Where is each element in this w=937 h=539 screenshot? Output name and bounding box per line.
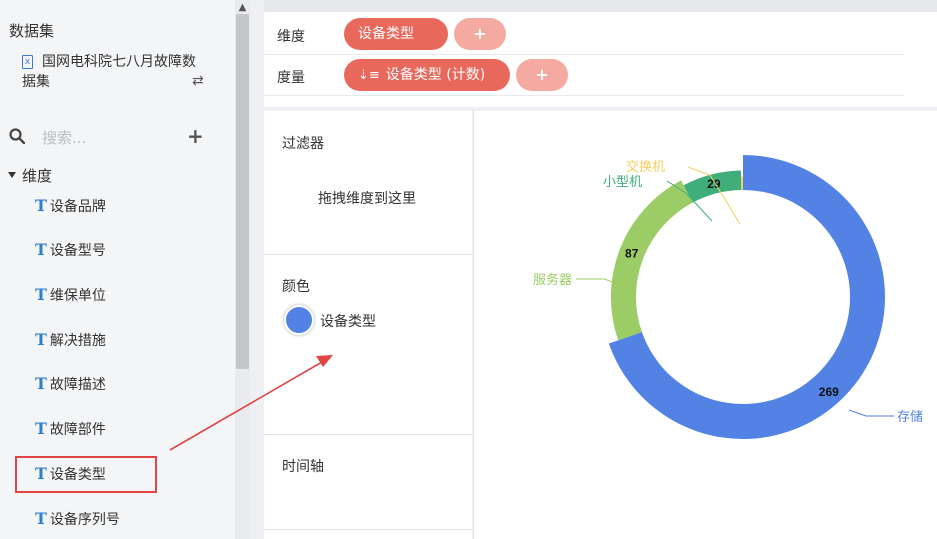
field-shelves: 维度 设备类型 + 度量 ⇣≡ 设备类型 (计数) + bbox=[264, 12, 937, 107]
color-field-label: 设备类型 bbox=[320, 314, 376, 330]
field-item[interactable]: T 设备序列号 bbox=[35, 509, 120, 529]
dimension-group-header[interactable]: 维度 bbox=[8, 165, 52, 186]
slice-category-label: 交换机 bbox=[626, 159, 665, 175]
dimension-pill-label: 设备类型 bbox=[358, 26, 414, 42]
search-icon bbox=[9, 128, 25, 144]
dimension-group-label: 维度 bbox=[22, 167, 53, 185]
dataset-name-line1: 国网电科院七八月故障数 bbox=[42, 54, 196, 70]
text-type-icon: T bbox=[35, 509, 47, 528]
text-type-icon: T bbox=[35, 196, 47, 215]
top-strip bbox=[264, 0, 937, 12]
panel-divider bbox=[264, 434, 472, 435]
donut-slice[interactable] bbox=[741, 176, 743, 191]
slice-category-label: 服务器 bbox=[533, 272, 572, 288]
panel-divider bbox=[264, 254, 472, 255]
add-field-icon[interactable]: + bbox=[187, 124, 204, 148]
search-input[interactable]: 搜索... bbox=[42, 127, 86, 148]
text-type-icon: T bbox=[35, 240, 47, 259]
field-label: 设备型号 bbox=[49, 243, 106, 259]
color-title: 颜色 bbox=[282, 279, 310, 295]
highlight-annotation-box bbox=[15, 456, 157, 493]
text-type-icon: T bbox=[35, 374, 47, 393]
field-item[interactable]: T 故障描述 bbox=[35, 374, 106, 394]
label-leader-line bbox=[848, 409, 894, 417]
config-panel: 过滤器 拖拽维度到这里 颜色 设备类型 时间轴 bbox=[264, 111, 472, 539]
field-label: 设备品牌 bbox=[49, 199, 106, 215]
panel-divider bbox=[264, 529, 472, 530]
shelf-divider bbox=[264, 95, 904, 96]
field-label: 故障部件 bbox=[49, 422, 106, 438]
field-item[interactable]: T 设备型号 bbox=[35, 240, 106, 260]
measure-shelf-label: 度量 bbox=[277, 70, 305, 86]
text-type-icon: T bbox=[35, 419, 47, 438]
donut-chart: 2698729存储服务器小型机交换机 bbox=[533, 155, 923, 439]
field-label: 故障描述 bbox=[49, 377, 106, 393]
field-item[interactable]: T 设备品牌 bbox=[35, 196, 106, 216]
slice-value-label: 87 bbox=[625, 246, 639, 260]
sort-desc-icon[interactable]: ⇣≡ bbox=[358, 68, 380, 83]
field-item[interactable]: T 解决措施 bbox=[35, 330, 106, 350]
sidebar: 数据集 x 国网电科院七八月故障数 据集 ⇄ 搜索... + 维度 T 设备品牌 … bbox=[0, 0, 250, 539]
field-label: 解决措施 bbox=[49, 333, 106, 349]
sidebar-scrollbar[interactable]: ▲ bbox=[235, 0, 250, 539]
timeline-title: 时间轴 bbox=[282, 459, 324, 475]
text-type-icon: T bbox=[35, 285, 47, 304]
dataset-section-title: 数据集 bbox=[9, 22, 55, 40]
dimension-shelf-label: 维度 bbox=[277, 29, 305, 45]
dimension-pill[interactable]: 设备类型 bbox=[344, 18, 448, 50]
color-swatch[interactable] bbox=[284, 305, 314, 335]
scroll-up-arrow-icon[interactable]: ▲ bbox=[235, 0, 250, 14]
field-item[interactable]: T 故障部件 bbox=[35, 419, 106, 439]
measure-pill[interactable]: ⇣≡ 设备类型 (计数) bbox=[344, 59, 510, 91]
chart-area: 269 87 29 存储 服务器 小型机 交换机 bbox=[474, 111, 937, 539]
measure-pill-label: 设备类型 (计数) bbox=[385, 67, 486, 83]
add-measure-button[interactable]: + bbox=[516, 59, 568, 91]
swap-dataset-icon[interactable]: ⇄ bbox=[192, 72, 204, 91]
donut-slice[interactable] bbox=[610, 180, 693, 341]
slice-category-label: 小型机 bbox=[603, 175, 642, 190]
filter-title: 过滤器 bbox=[282, 136, 324, 152]
field-label: 维保单位 bbox=[49, 288, 106, 304]
filter-drop-zone[interactable]: 拖拽维度到这里 bbox=[318, 188, 416, 208]
caret-down-icon bbox=[8, 171, 16, 178]
excel-file-icon: x bbox=[22, 55, 33, 69]
shelf-divider bbox=[264, 54, 904, 55]
field-item[interactable]: T 维保单位 bbox=[35, 285, 106, 305]
slice-category-label: 存储 bbox=[897, 410, 923, 425]
field-label: 设备序列号 bbox=[49, 512, 120, 528]
scroll-thumb[interactable] bbox=[236, 14, 249, 369]
donut-slice[interactable] bbox=[608, 155, 885, 439]
dataset-name-line2: 据集 bbox=[22, 74, 50, 90]
add-dimension-button[interactable]: + bbox=[454, 18, 506, 50]
slice-value-label: 269 bbox=[819, 385, 839, 399]
text-type-icon: T bbox=[35, 330, 47, 349]
